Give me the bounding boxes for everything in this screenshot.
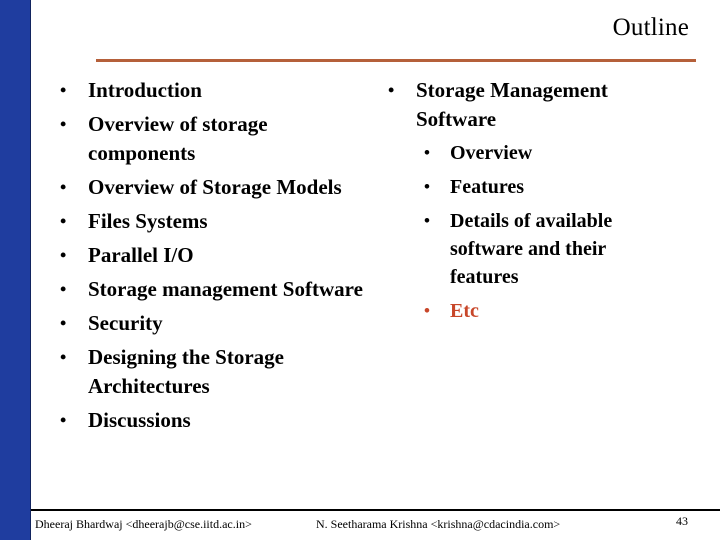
outline-item-text: Files Systems [88, 209, 208, 233]
sub-outline-item-text: Details of available software and their … [450, 210, 613, 288]
title-underline [96, 59, 696, 62]
outline-item-text: Parallel I/O [88, 243, 194, 267]
sub-outline-item: • Details of available software and their… [424, 207, 656, 291]
sub-outline-item-etc: • Etc [424, 297, 656, 325]
sub-outline-item-text: Etc [450, 300, 479, 322]
outline-item-text: Introduction [88, 78, 202, 102]
outline-item: • Introduction [60, 76, 378, 105]
sub-outline-item: • Overview [424, 139, 656, 167]
outline-item-text: Storage management Software [88, 277, 363, 301]
sub-outline-item: • Features [424, 173, 656, 201]
bullet-icon: • [60, 80, 67, 100]
outline-item: • Files Systems [60, 207, 378, 236]
bullet-icon: • [60, 211, 67, 231]
outline-item-storage-management: • Storage Management Software • Overview •… [388, 76, 656, 325]
outline-item-text: Overview of Storage Models [88, 175, 342, 199]
bullet-icon: • [424, 301, 430, 320]
sub-outline-item-text: Features [450, 176, 525, 198]
slide-title: Outline [612, 14, 689, 41]
outline-item-text: Overview of storage components [88, 112, 268, 165]
bullet-icon: • [424, 143, 430, 162]
bullet-icon: • [60, 177, 67, 197]
outline-item-text: Designing the Storage Architectures [88, 345, 284, 398]
page-number: 43 [676, 514, 688, 528]
footer-author-center: N. Seetharama Krishna <krishna@cdacindia… [316, 517, 561, 531]
sub-outline-item-text: Overview [450, 142, 533, 164]
outline-item-text: Storage Management Software [416, 78, 608, 131]
outline-item: • Overview of storage components [60, 110, 378, 168]
outline-item-text: Security [88, 311, 163, 335]
outline-item: • Designing the Storage Architectures [60, 343, 378, 401]
outline-item: • Overview of Storage Models [60, 173, 378, 202]
right-outline-list: • Storage Management Software • Overview •… [388, 76, 656, 331]
footer-divider [31, 509, 720, 511]
bullet-icon: • [60, 114, 67, 134]
bullet-icon: • [60, 245, 67, 265]
outline-item: • Security [60, 309, 378, 338]
outline-item: • Parallel I/O [60, 241, 378, 270]
bullet-icon: • [424, 211, 430, 230]
bullet-icon: • [60, 410, 67, 430]
bullet-icon: • [60, 313, 67, 333]
outline-item: • Storage management Software [60, 275, 378, 304]
bullet-icon: • [388, 80, 395, 100]
outline-item-text: Discussions [88, 408, 191, 432]
footer-author-left: Dheeraj Bhardwaj <dheerajb@cse.iitd.ac.i… [35, 517, 252, 531]
bullet-icon: • [424, 177, 430, 196]
slide-sidebar-decoration [0, 0, 31, 540]
bullet-icon: • [60, 347, 67, 367]
outline-item: • Discussions [60, 406, 378, 435]
left-outline-list: • Introduction • Overview of storage compo… [60, 76, 378, 440]
sub-outline-list: • Overview • Features • Details of availabl… [416, 139, 656, 325]
bullet-icon: • [60, 279, 67, 299]
